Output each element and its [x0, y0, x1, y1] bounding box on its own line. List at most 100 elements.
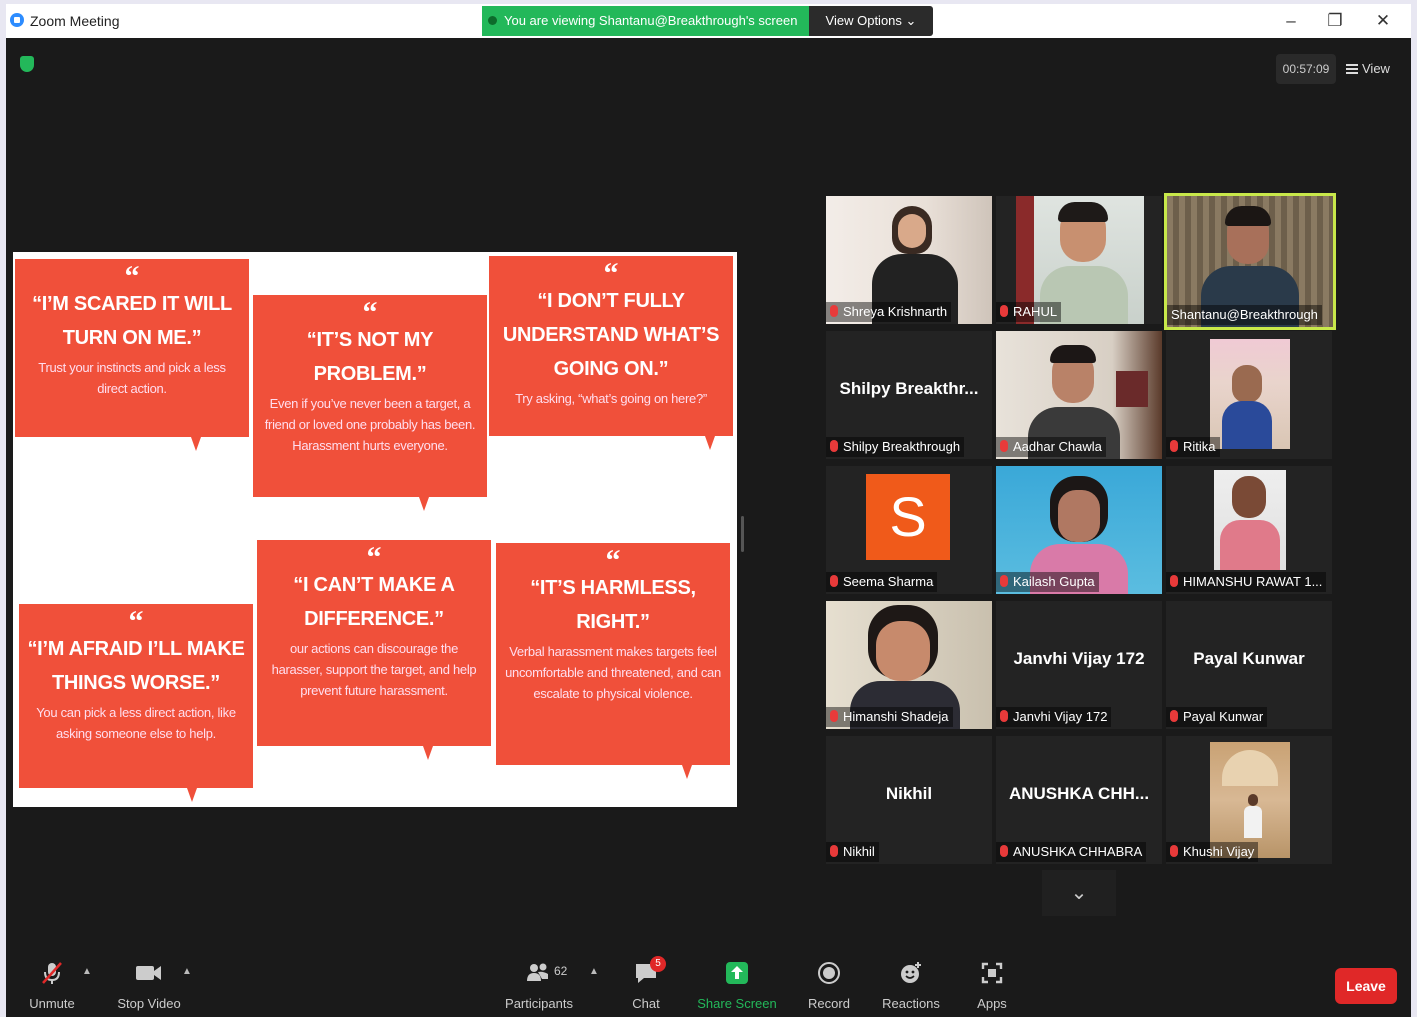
- chat-button[interactable]: Chat: [626, 944, 666, 1017]
- participant-name-text: Nikhil: [843, 844, 875, 859]
- person-face: [876, 621, 930, 681]
- participant-tile-janvhi[interactable]: Janvhi Vijay 172 Janvhi Vijay 172: [996, 601, 1162, 729]
- leave-button[interactable]: Leave: [1335, 968, 1397, 1004]
- smiley-reaction-icon: [901, 962, 921, 983]
- person-hair: [1050, 345, 1096, 363]
- participants-label: Participants: [505, 996, 573, 1011]
- chat-unread-badge: 5: [650, 956, 666, 972]
- participants-options-caret-icon[interactable]: ▲: [589, 966, 599, 977]
- muted-mic-icon: [830, 845, 838, 857]
- person-hair: [1058, 202, 1108, 222]
- muted-mic-icon: [1170, 845, 1178, 857]
- participant-tile-ritika[interactable]: Ritika: [1166, 331, 1332, 459]
- quote-bubble-3: “ “I DON’T FULLY UNDERSTAND WHAT’S GOING…: [489, 256, 733, 450]
- participant-name: RAHUL: [996, 302, 1062, 322]
- participant-tile-payal[interactable]: Payal Kunwar Payal Kunwar: [1166, 601, 1332, 729]
- person-head: [1248, 794, 1258, 806]
- quote-subtext: You can pick a less direct action, like …: [36, 705, 236, 741]
- meeting-timer: 00:57:09: [1276, 54, 1336, 84]
- participant-name: ANUSHKA CHHABRA: [996, 842, 1147, 862]
- participant-name-text: Janvhi Vijay 172: [1013, 709, 1108, 724]
- record-button[interactable]: Record: [806, 944, 852, 1017]
- minimize-icon[interactable]: –: [1278, 8, 1304, 34]
- participant-tile-himanshi[interactable]: Himanshi Shadeja: [826, 601, 992, 729]
- muted-mic-icon: [1000, 845, 1008, 857]
- participant-name: Ritika: [1166, 437, 1220, 457]
- bubble-tail: [187, 788, 197, 802]
- participant-tile-himanshu[interactable]: HIMANSHU RAWAT 1...: [1166, 466, 1332, 594]
- participant-tile-nikhil[interactable]: Nikhil Nikhil: [826, 736, 992, 864]
- apps-button[interactable]: Apps: [970, 944, 1014, 1017]
- quote-subtext: Trust your instincts and pick a less dir…: [38, 360, 226, 396]
- participant-name: Aadhar Chawla: [996, 437, 1106, 457]
- participants-button[interactable]: Participants: [500, 944, 578, 1017]
- view-options-label: View Options: [825, 13, 902, 28]
- window-title: Zoom Meeting: [30, 13, 120, 29]
- unmute-button[interactable]: Unmute: [22, 944, 82, 1017]
- reactions-label: Reactions: [882, 996, 940, 1011]
- participant-tile-rahul[interactable]: RAHUL: [996, 196, 1162, 324]
- quote-text: “I’M SCARED IT WILL TURN ON ME.”: [32, 293, 232, 349]
- participant-name-text: ANUSHKA CHHABRA: [1013, 844, 1143, 859]
- participant-tile-aadhar[interactable]: Aadhar Chawla: [996, 331, 1162, 459]
- close-icon[interactable]: ✕: [1370, 8, 1396, 34]
- share-screen-button[interactable]: Share Screen: [696, 944, 778, 1017]
- participant-name-text: HIMANSHU RAWAT 1...: [1183, 574, 1323, 589]
- muted-microphone-icon: [42, 962, 62, 984]
- quote-subtext: Verbal harassment makes targets feel unc…: [505, 644, 721, 701]
- apps-label: Apps: [977, 996, 1007, 1011]
- video-camera-icon: [136, 966, 161, 980]
- quote-text: “IT’S HARMLESS, RIGHT.”: [530, 577, 696, 633]
- reactions-button[interactable]: Reactions: [882, 944, 940, 1017]
- participant-tile-seema[interactable]: S Seema Sharma: [826, 466, 992, 594]
- person-face: [898, 214, 926, 248]
- gallery-next-page-button[interactable]: ⌄: [1042, 870, 1116, 916]
- restore-icon[interactable]: ❐: [1322, 8, 1348, 34]
- participant-name: Shilpy Breakthrough: [826, 437, 965, 457]
- participant-tile-shantanu[interactable]: Shantanu@Breakthrough: [1164, 193, 1336, 330]
- view-button[interactable]: View: [1346, 54, 1390, 84]
- muted-mic-icon: [1170, 575, 1178, 587]
- quote-bubble-5: “ “I CAN’T MAKE A DIFFERENCE.” our actio…: [257, 540, 491, 760]
- participant-tile-kailash[interactable]: Kailash Gupta: [996, 466, 1162, 594]
- share-screen-label: Share Screen: [697, 996, 777, 1011]
- participant-name-text: Shreya Krishnarth: [843, 304, 948, 319]
- quote-mark: “: [603, 257, 619, 290]
- participant-name-text: Khushi Vijay: [1183, 844, 1255, 859]
- chevron-down-icon: ⌄: [1070, 882, 1088, 904]
- participant-tile-khushi[interactable]: Khushi Vijay: [1166, 736, 1332, 864]
- participant-display-name: ANUSHKA CHH...: [1008, 784, 1150, 803]
- quote-mark: “: [362, 296, 378, 329]
- quote-subtext: Try asking, “what’s going on here?”: [515, 391, 707, 406]
- participant-name: Seema Sharma: [826, 572, 938, 592]
- participants-count: 62: [554, 964, 568, 978]
- participant-tile-anushka[interactable]: ANUSHKA CHH... ANUSHKA CHHABRA: [996, 736, 1162, 864]
- chevron-down-icon: ⌄: [905, 13, 917, 28]
- viewing-banner-text: You are viewing Shantanu@Breakthrough's …: [504, 13, 798, 28]
- view-menu-icon: [1346, 64, 1358, 74]
- apps-icon: [981, 962, 1003, 984]
- person-body: [1220, 520, 1280, 570]
- shared-screen-slide: “ “I’M SCARED IT WILL TURN ON ME.” Trust…: [13, 252, 737, 807]
- participant-name-text: Payal Kunwar: [1183, 709, 1264, 724]
- participant-name: Himanshi Shadeja: [826, 707, 953, 727]
- video-options-caret-icon[interactable]: ▲: [182, 966, 192, 977]
- quote-text: “IT’S NOT MY PROBLEM.”: [306, 329, 434, 385]
- view-label: View: [1362, 61, 1390, 76]
- split-resize-handle[interactable]: [741, 516, 744, 552]
- bubble-tail: [419, 497, 429, 511]
- stop-video-button[interactable]: Stop Video: [114, 944, 184, 1017]
- quote-mark: “: [605, 544, 621, 577]
- quote-subtext: Even if you’ve never been a target, a fr…: [264, 396, 476, 453]
- view-options-button[interactable]: View Options ⌄: [809, 6, 933, 36]
- participant-name-text: Ritika: [1183, 439, 1216, 454]
- participant-tile-shreya[interactable]: Shreya Krishnarth: [826, 196, 992, 324]
- participant-name: Nikhil: [826, 842, 879, 862]
- share-indicator-icon: [488, 16, 497, 25]
- security-shield-icon[interactable]: [20, 56, 34, 72]
- participant-tile-shilpy[interactable]: Shilpy Breakthr... Shilpy Breakthrough: [826, 331, 992, 459]
- person-hair: [1225, 206, 1271, 226]
- audio-options-caret-icon[interactable]: ▲: [82, 966, 92, 977]
- participant-display-name: Payal Kunwar: [1193, 649, 1305, 668]
- quote-subtext: our actions can discourage the harasser,…: [271, 641, 477, 698]
